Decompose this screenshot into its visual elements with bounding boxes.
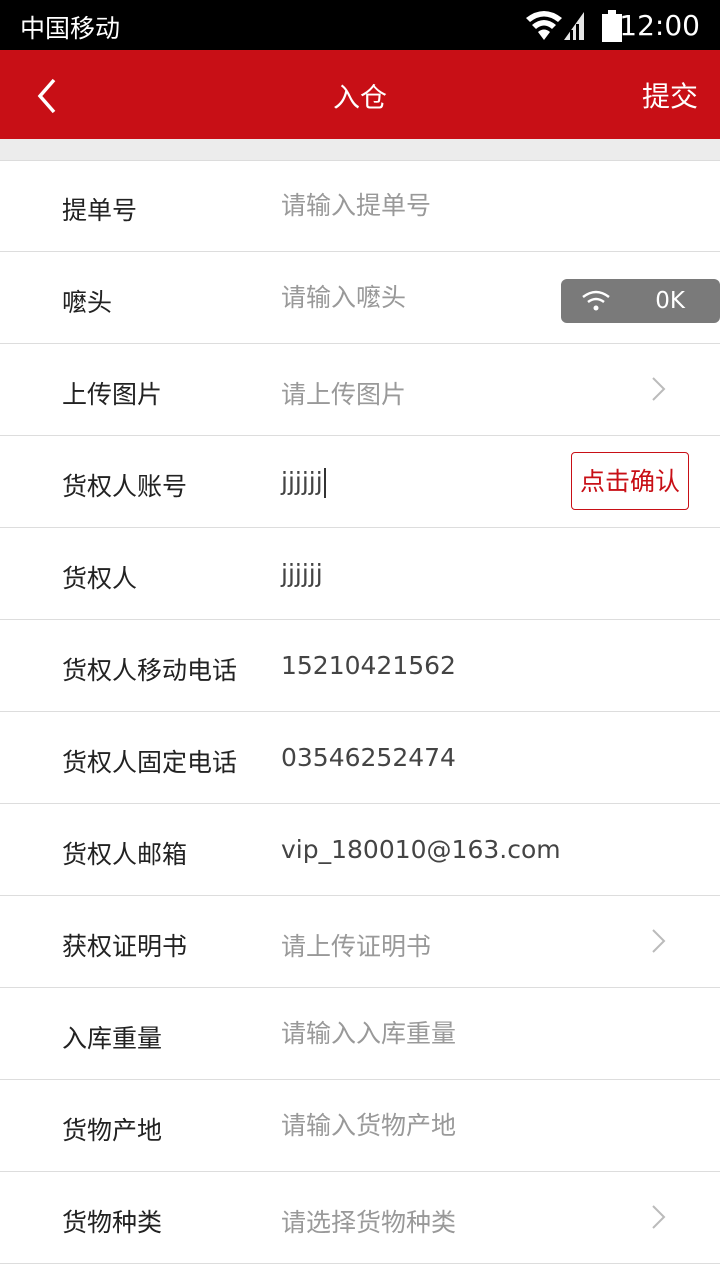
- owner-account-label: 货权人账号: [62, 472, 188, 501]
- warehouse-form: 提单号 嚒头 上传图片 请上传图片 货权人账号 jjjjjj 点击确认 货权人 …: [0, 160, 720, 1264]
- form-row-owner-email: 货权人邮箱 vip_180010@163.com: [0, 804, 720, 896]
- certificate-label: 获权证明书: [62, 932, 188, 961]
- owner-account-value: jjjjjj: [281, 467, 323, 496]
- owner-phone-label: 货权人固定电话: [62, 748, 238, 777]
- text-cursor: [323, 468, 326, 498]
- cell-signal-icon: [564, 12, 584, 40]
- page-title: 入仓: [333, 83, 387, 114]
- owner-value[interactable]: jjjjjj: [281, 559, 561, 588]
- origin-label: 货物产地: [62, 1116, 163, 1145]
- form-row-certificate[interactable]: 获权证明书 请上传证明书: [0, 896, 720, 988]
- weight-label: 入库重量: [62, 1024, 163, 1053]
- weight-input[interactable]: [281, 1019, 561, 1048]
- form-row-owner: 货权人 jjjjjj: [0, 528, 720, 620]
- wifi-signal-icon: [526, 11, 562, 40]
- certificate-placeholder: 请上传证明书: [281, 932, 432, 961]
- status-bar: 中国移动 12:00: [0, 0, 720, 50]
- form-row-weight: 入库重量: [0, 988, 720, 1080]
- carrier-name: 中国移动: [20, 14, 121, 43]
- submit-button[interactable]: 提交: [642, 75, 698, 115]
- owner-account-input[interactable]: jjjjjj: [281, 467, 561, 498]
- form-row-origin: 货物产地: [0, 1080, 720, 1172]
- owner-mobile-label: 货权人移动电话: [62, 656, 238, 685]
- chevron-right-icon: [652, 929, 666, 953]
- category-label: 货物种类: [62, 1208, 163, 1237]
- owner-email-value[interactable]: vip_180010@163.com: [281, 835, 601, 864]
- upload-image-placeholder: 请上传图片: [281, 380, 407, 409]
- bill-no-label: 提单号: [62, 196, 138, 225]
- toast-text: 0K: [655, 288, 685, 314]
- confirm-button[interactable]: 点击确认: [571, 452, 689, 510]
- chevron-right-icon: [652, 1205, 666, 1229]
- upload-image-label: 上传图片: [62, 380, 163, 409]
- nav-bar: 入仓 提交: [0, 50, 720, 139]
- network-toast: 0K: [561, 279, 720, 323]
- owner-email-label: 货权人邮箱: [62, 840, 188, 869]
- form-row-owner-mobile: 货权人移动电话 15210421562: [0, 620, 720, 712]
- wifi-icon: [582, 290, 610, 311]
- owner-mobile-value[interactable]: 15210421562: [281, 651, 561, 680]
- category-placeholder: 请选择货物种类: [281, 1208, 457, 1237]
- bill-no-input[interactable]: [281, 191, 561, 220]
- form-row-owner-account: 货权人账号 jjjjjj 点击确认: [0, 436, 720, 528]
- form-row-bill-no: 提单号: [0, 160, 720, 252]
- clock: 12:00: [619, 9, 700, 42]
- mark-input[interactable]: [281, 283, 561, 312]
- owner-phone-value[interactable]: 03546252474: [281, 743, 561, 772]
- form-row-category[interactable]: 货物种类 请选择货物种类: [0, 1172, 720, 1264]
- section-gap: [0, 139, 720, 161]
- chevron-right-icon: [652, 377, 666, 401]
- form-row-owner-phone: 货权人固定电话 03546252474: [0, 712, 720, 804]
- form-row-upload-image[interactable]: 上传图片 请上传图片: [0, 344, 720, 436]
- mark-label: 嚒头: [62, 288, 113, 317]
- origin-input[interactable]: [281, 1111, 561, 1140]
- owner-label: 货权人: [62, 564, 138, 593]
